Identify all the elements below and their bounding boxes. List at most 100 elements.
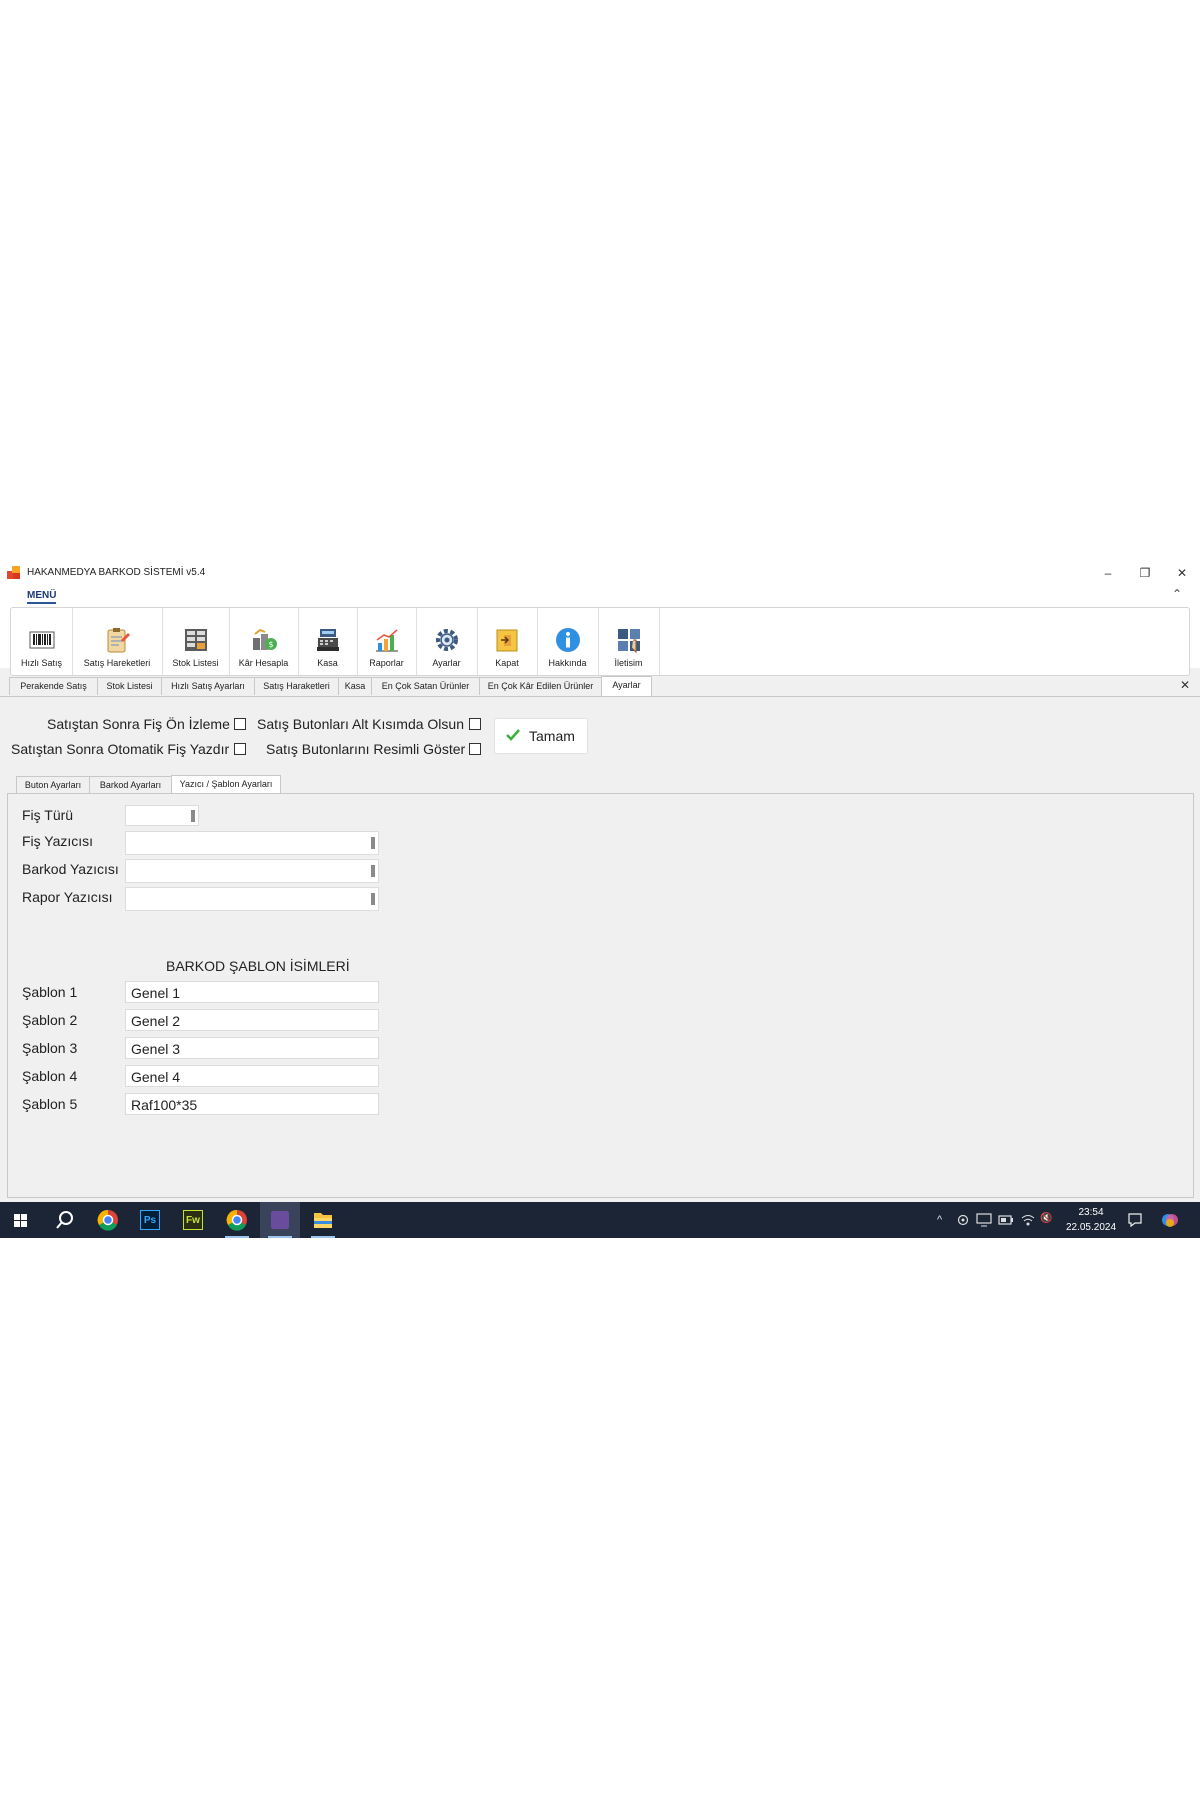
cash-register-icon [316, 629, 339, 651]
fis-yazicisi-select[interactable] [125, 831, 379, 855]
ribbon-label: Hakkında [548, 658, 587, 668]
volume-mute-icon[interactable]: 🔇 [1040, 1213, 1052, 1224]
minimize-button[interactable]: – [1090, 562, 1126, 584]
copilot-icon[interactable] [1160, 1210, 1180, 1230]
chrome-icon [226, 1209, 247, 1231]
ribbon-collapse-button[interactable]: ⌃ [1172, 587, 1182, 601]
clock-time: 23:54 [1078, 1207, 1104, 1218]
ribbon-label: Satış Hareketleri [83, 658, 151, 668]
sale-buttons-bottom-checkbox[interactable] [469, 718, 481, 730]
doc-tab-en-cok-satan[interactable]: En Çok Satan Ürünler [371, 677, 480, 695]
close-button[interactable]: ✕ [1164, 562, 1200, 584]
tray-overflow-icon[interactable]: ^ [937, 1214, 942, 1226]
sale-buttons-images-checkbox[interactable] [469, 743, 481, 755]
doc-tab-hizli-satis-ayarlari[interactable]: Hızlı Satış Ayarları [161, 677, 255, 695]
fis-turu-label: Fiş Türü [22, 807, 74, 823]
ok-button[interactable]: Tamam [494, 718, 588, 754]
search-icon [56, 1211, 73, 1229]
windows-taskbar: Ps Fw ^ 🔇 23:54 22.05.2024 [0, 1202, 1200, 1238]
sablon-4-label: Şablon 4 [22, 1068, 78, 1084]
sablon-3-label: Şablon 3 [22, 1040, 78, 1056]
exit-door-icon [496, 629, 518, 652]
ribbon-label: Stok Listesi [172, 658, 219, 668]
tab-barkod-ayarlari[interactable]: Barkod Ayarları [89, 776, 172, 793]
dropdown-arrow-icon [371, 865, 376, 877]
fis-turu-select[interactable] [125, 805, 199, 826]
preview-after-sale-label: Satıştan Sonra Fiş Ön İzleme [47, 716, 230, 732]
taskbar-chrome-1[interactable] [88, 1202, 128, 1238]
ribbon: MENÜ ⌃ Hızlı Satış Satış Hareketleri Sto… [0, 584, 1200, 676]
battery-icon[interactable] [998, 1215, 1014, 1225]
doc-tab-perakende-satis[interactable]: Perakende Satış [9, 677, 98, 695]
ribbon-button-iletisim[interactable]: İletisim [598, 608, 660, 675]
start-icon [14, 1214, 27, 1227]
photoshop-icon: Ps [140, 1210, 160, 1230]
sablon-3-input[interactable]: Genel 3 [125, 1037, 379, 1059]
sablon-1-label: Şablon 1 [22, 984, 78, 1000]
gear-icon [435, 629, 458, 651]
ribbon-button-raporlar[interactable]: Raporlar [357, 608, 417, 675]
barcode-icon [29, 631, 54, 649]
system-clock[interactable]: 23:54 22.05.2024 [1062, 1205, 1120, 1235]
sablon-1-input[interactable]: Genel 1 [125, 981, 379, 1003]
taskbar-search-button[interactable] [44, 1202, 84, 1238]
doc-tab-en-cok-kar[interactable]: En Çok Kâr Edilen Ürünler [479, 677, 602, 695]
notification-icon[interactable] [1127, 1212, 1143, 1228]
clipboard-icon [107, 628, 130, 653]
sale-buttons-images-label: Satış Butonlarını Resimli Göster [266, 741, 466, 757]
barkod-yazicisi-label: Barkod Yazıcısı [22, 861, 119, 877]
ribbon-label: Hızlı Satış [20, 658, 62, 668]
fis-yazicisi-label: Fiş Yazıcısı [22, 833, 94, 849]
auto-print-label: Satıştan Sonra Otomatik Fiş Yazdır [11, 741, 230, 757]
ribbon-button-satis-hareketleri[interactable]: Satış Hareketleri [72, 608, 163, 675]
application-window: HAKANMEDYA BARKOD SİSTEMİ v5.4 – ❐ ✕ MEN… [0, 562, 1200, 1238]
rapor-yazicisi-select[interactable] [125, 887, 379, 911]
barkod-yazicisi-select[interactable] [125, 859, 379, 883]
contact-icon [617, 629, 640, 654]
doc-tab-ayarlar[interactable]: Ayarlar [601, 676, 652, 696]
checkmark-icon [506, 729, 520, 741]
ribbon-button-ayarlar[interactable]: Ayarlar [416, 608, 478, 675]
barcode-templates-title: BARKOD ŞABLON İSİMLERİ [166, 958, 350, 974]
taskbar-fireworks[interactable]: Fw [173, 1202, 213, 1238]
rapor-yazicisi-label: Rapor Yazıcısı [22, 889, 113, 905]
ribbon-label: Kasa [317, 658, 338, 668]
dropdown-arrow-icon [191, 810, 196, 822]
ribbon-button-hizli-satis[interactable]: Hızlı Satış [11, 608, 73, 675]
tab-buton-ayarlari[interactable]: Buton Ayarları [16, 776, 90, 793]
profit-money-icon: $ [252, 628, 277, 650]
ribbon-button-kar-hesapla[interactable]: $ Kâr Hesapla [229, 608, 299, 675]
tab-yazici-sablon-ayarlari[interactable]: Yazıcı / Şablon Ayarları [171, 775, 281, 794]
taskbar-chrome-2[interactable] [217, 1202, 257, 1238]
sablon-2-input[interactable]: Genel 2 [125, 1009, 379, 1031]
sablon-4-input[interactable]: Genel 4 [125, 1065, 379, 1087]
taskbar-photoshop[interactable]: Ps [130, 1202, 170, 1238]
doc-tab-satis-haraketleri[interactable]: Satış Haraketleri [254, 677, 339, 695]
auto-print-checkbox[interactable] [234, 743, 246, 755]
wifi-icon[interactable] [1020, 1213, 1036, 1227]
ribbon-button-kasa[interactable]: Kasa [298, 608, 358, 675]
sablon-5-input[interactable]: Raf100*35 [125, 1093, 379, 1115]
ribbon-button-stok-listesi[interactable]: Stok Listesi [162, 608, 230, 675]
sale-buttons-bottom-label: Satış Butonları Alt Kısımda Olsun [257, 716, 464, 732]
doc-tab-stok-listesi[interactable]: Stok Listesi [97, 677, 162, 695]
dropdown-arrow-icon [371, 837, 376, 849]
sablon-2-label: Şablon 2 [22, 1012, 78, 1028]
meet-now-icon[interactable] [956, 1214, 970, 1226]
start-button[interactable] [0, 1202, 40, 1238]
doc-tab-kasa[interactable]: Kasa [338, 677, 372, 695]
sablon-5-label: Şablon 5 [22, 1096, 78, 1112]
fireworks-icon: Fw [183, 1210, 203, 1230]
taskbar-file-explorer[interactable] [303, 1202, 343, 1238]
visual-studio-icon [271, 1211, 289, 1229]
close-tab-icon[interactable]: ✕ [1180, 678, 1190, 692]
preview-after-sale-checkbox[interactable] [234, 718, 246, 730]
maximize-button[interactable]: ❐ [1127, 562, 1163, 584]
display-icon[interactable] [976, 1213, 992, 1227]
taskbar-visual-studio[interactable] [260, 1202, 300, 1238]
svg-text:$: $ [268, 640, 273, 649]
ribbon-button-kapat[interactable]: Kapat [477, 608, 538, 675]
ribbon-button-hakkinda[interactable]: Hakkında [537, 608, 599, 675]
app-logo-icon [7, 566, 21, 579]
menu-tab[interactable]: MENÜ [27, 590, 57, 604]
